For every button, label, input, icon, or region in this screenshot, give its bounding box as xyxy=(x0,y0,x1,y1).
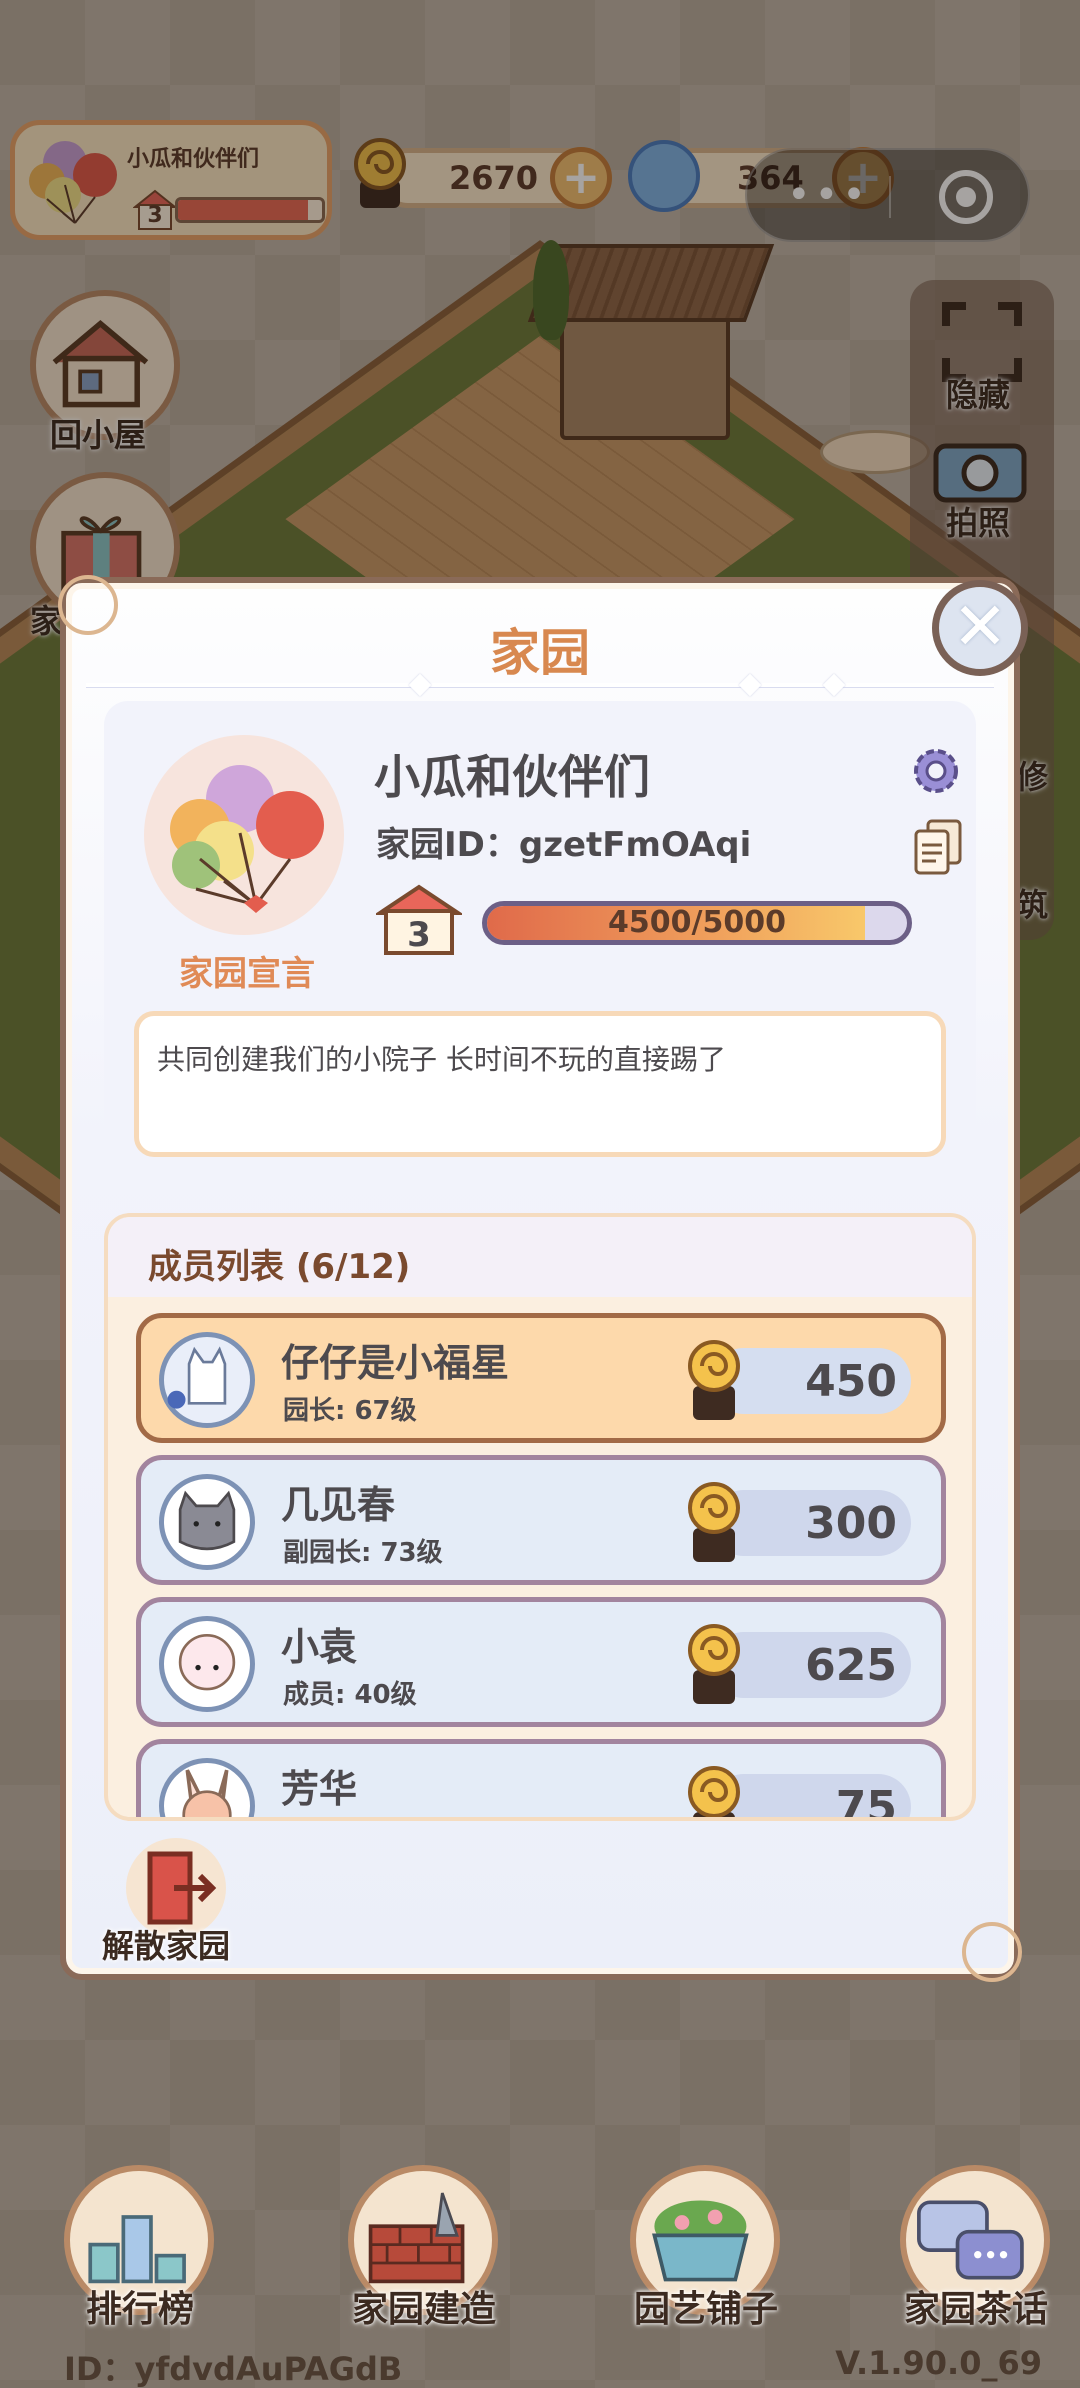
snail-coin-icon xyxy=(688,1340,740,1420)
sheep-avatar-icon xyxy=(178,1633,236,1691)
home-id: 家园ID：gzetFmOAqi xyxy=(376,825,752,865)
home-modal: 家园 家园宣言 小瓜和伙伴们 家园ID：gzetFmOAqi 3 4500/50… xyxy=(58,575,1022,1982)
title-divider xyxy=(86,673,994,697)
modal-title: 家园 xyxy=(490,624,590,682)
member-name: 仔仔是小福星 xyxy=(281,1341,510,1385)
member-name: 小袁 xyxy=(281,1625,358,1669)
member-row[interactable]: 芳华 75 xyxy=(136,1739,946,1817)
member-list: 成员列表 (6/12) 仔仔是小福星 园长: 67级 450 几见春 副园长: … xyxy=(104,1213,976,1821)
member-name: 几见春 xyxy=(281,1483,396,1527)
member-role: 园长: 67级 xyxy=(283,1396,417,1426)
snail-coin-icon xyxy=(688,1624,740,1704)
garden-shop-label: 园艺铺子 xyxy=(633,2289,778,2330)
home-build-label: 家园建造 xyxy=(351,2289,496,2330)
exp-text: 4500/5000 xyxy=(608,905,786,940)
balloons-icon xyxy=(170,765,324,913)
copy-icon[interactable] xyxy=(914,819,962,875)
cat-avatar-icon xyxy=(167,1346,227,1409)
manifesto-text: 共同创建我们的小院子 长时间不玩的直接踢了 xyxy=(134,1011,946,1157)
home-chat-label: 家园茶话 xyxy=(903,2289,1048,2330)
member-name: 芳华 xyxy=(281,1767,358,1811)
home-level: 3 xyxy=(407,915,431,955)
close-modal-button[interactable]: ✕ xyxy=(932,580,1028,676)
corner-ornament xyxy=(962,1922,1022,1982)
player-id: ID：yfdvdAuPAGdB xyxy=(64,2350,403,2388)
snail-coin-icon xyxy=(688,1766,740,1817)
ranking-label: 排行榜 xyxy=(85,2289,194,2330)
member-row[interactable]: 小袁 成员: 40级 625 xyxy=(136,1597,946,1727)
home-avatar[interactable] xyxy=(144,735,344,935)
member-role: 副园长: 73级 xyxy=(283,1538,443,1568)
member-avatar xyxy=(159,1332,255,1428)
version-label: V.1.90.0_69 xyxy=(835,2344,1042,2382)
member-list-header: 成员列表 (6/12) xyxy=(108,1217,972,1297)
member-avatar xyxy=(159,1616,255,1712)
snail-coin-icon xyxy=(688,1482,740,1562)
gear-icon[interactable] xyxy=(906,741,966,801)
member-row[interactable]: 几见春 副园长: 73级 300 xyxy=(136,1455,946,1585)
exp-bar: 4500/5000 xyxy=(482,901,912,945)
dissolve-home-label: 解散家园 xyxy=(102,1927,231,1965)
grey-cat-avatar-icon xyxy=(178,1490,236,1551)
member-avatar xyxy=(159,1474,255,1570)
bunny-avatar-icon xyxy=(182,1769,232,1817)
member-row[interactable]: 仔仔是小福星 园长: 67级 450 xyxy=(136,1313,946,1443)
member-role: 成员: 40级 xyxy=(283,1680,417,1710)
member-list-title: 成员列表 (6/12) xyxy=(148,1247,411,1287)
manifesto-title: 家园宣言 xyxy=(179,954,315,994)
home-info-card: 家园宣言 小瓜和伙伴们 家园ID：gzetFmOAqi 3 4500/5000 … xyxy=(104,701,976,1179)
home-name: 小瓜和伙伴们 xyxy=(374,750,650,804)
member-avatar xyxy=(159,1758,255,1817)
